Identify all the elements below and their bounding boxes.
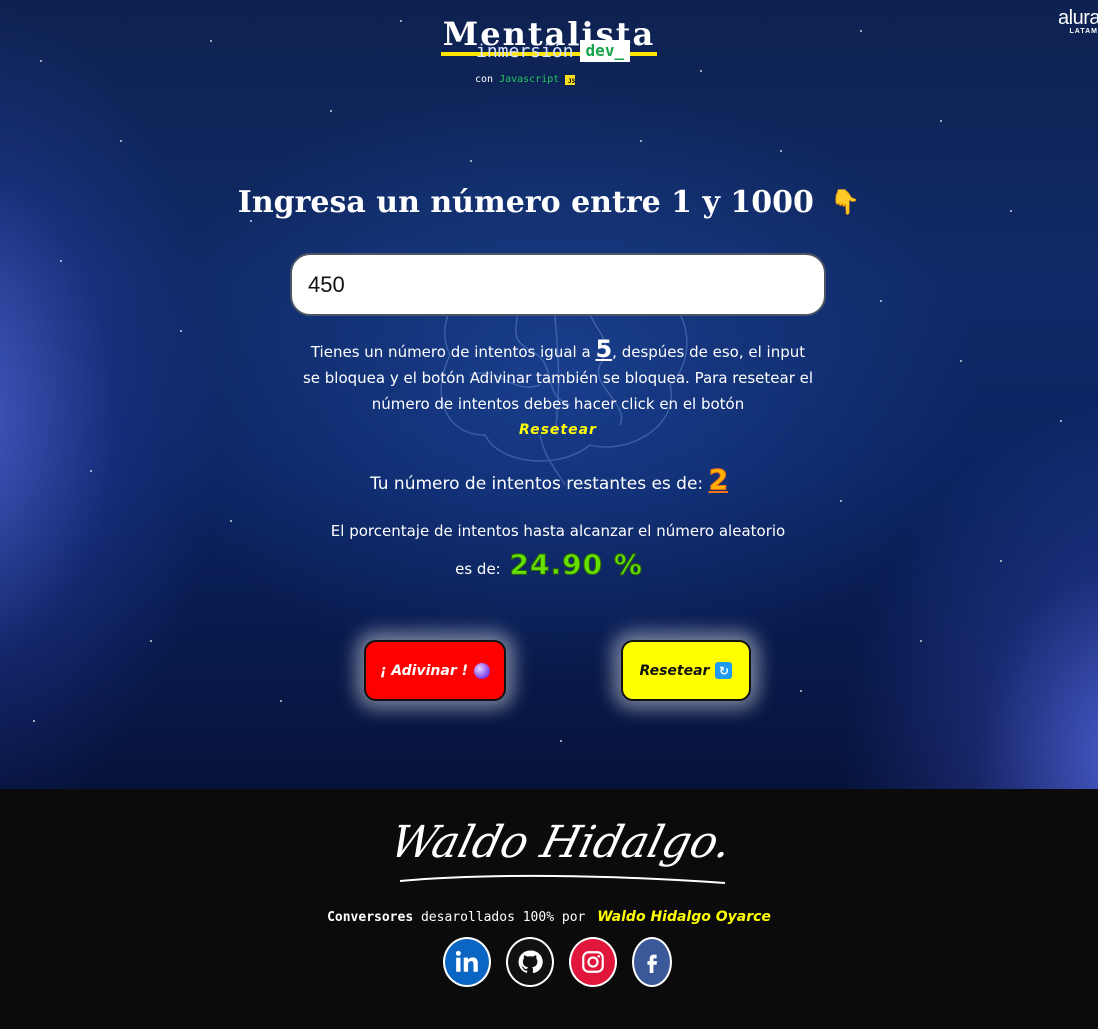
hero-section: alura LATAM Mentalista inmersión dev_ co… (0, 0, 1098, 789)
remaining-attempts: Tu número de intentos restantes es de: 2 (0, 463, 1098, 497)
logo-tech-prefix: con (475, 74, 494, 85)
svg-text:Waldo Hidalgo.: Waldo Hidalgo. (390, 817, 730, 868)
guess-button-label: ¡ Adivinar ! (380, 662, 468, 679)
facebook-icon[interactable] (632, 937, 672, 987)
logo-tech-name: Javascript (499, 74, 560, 85)
percent-value: 24.90 % (509, 548, 643, 582)
instagram-icon[interactable] (569, 937, 617, 987)
percent-label: El porcentaje de intentos hasta alcanzar… (330, 522, 786, 540)
linkedin-icon[interactable] (443, 937, 491, 987)
crystal-ball-icon (474, 662, 490, 679)
remaining-value: 2 (708, 463, 729, 497)
credits-text: desarollados 100% por (420, 910, 586, 925)
percent-line: es de: 24.90 % (0, 548, 1098, 582)
instructions-reset-word: Resetear (519, 422, 597, 438)
signature-logo: Waldo Hidalgo. (390, 817, 730, 884)
javascript-icon: JS (565, 74, 576, 85)
instructions-text: Tienes un número de intentos igual a 5, … (300, 336, 816, 443)
attempts-total: 5 (595, 335, 613, 363)
credits-author: Waldo Hidalgo Oyarce (597, 909, 771, 925)
logo-subtitle: inmersión dev_ (476, 40, 631, 62)
pointing-hand-icon: 👇 (830, 188, 861, 216)
reset-button[interactable]: Resetear ↻ (621, 640, 751, 701)
guess-button[interactable]: ¡ Adivinar ! (364, 640, 506, 701)
refresh-icon: ↻ (715, 662, 733, 679)
page-title: Ingresa un número entre 1 y 1000 👇 (0, 185, 1098, 220)
logo-dev-tag: dev_ (579, 40, 631, 62)
logo-subtitle-text: inmersión (476, 40, 574, 62)
number-input[interactable] (290, 253, 826, 316)
page-title-text: Ingresa un número entre 1 y 1000 (237, 185, 814, 220)
github-icon[interactable] (506, 937, 554, 987)
remaining-label: Tu número de intentos restantes es de: (369, 474, 704, 494)
credits-bold: Conversores (327, 910, 414, 925)
footer: Waldo Hidalgo. Conversores desarollados … (0, 789, 1098, 1029)
instructions-part1: Tienes un número de intentos igual a (310, 343, 591, 361)
percent-label-2: es de: (455, 560, 501, 578)
reset-button-label: Resetear (639, 662, 710, 679)
credits-line: Conversores desarollados 100% por Waldo … (0, 909, 1098, 925)
logo-tech-line: con Javascript JS (475, 74, 576, 85)
